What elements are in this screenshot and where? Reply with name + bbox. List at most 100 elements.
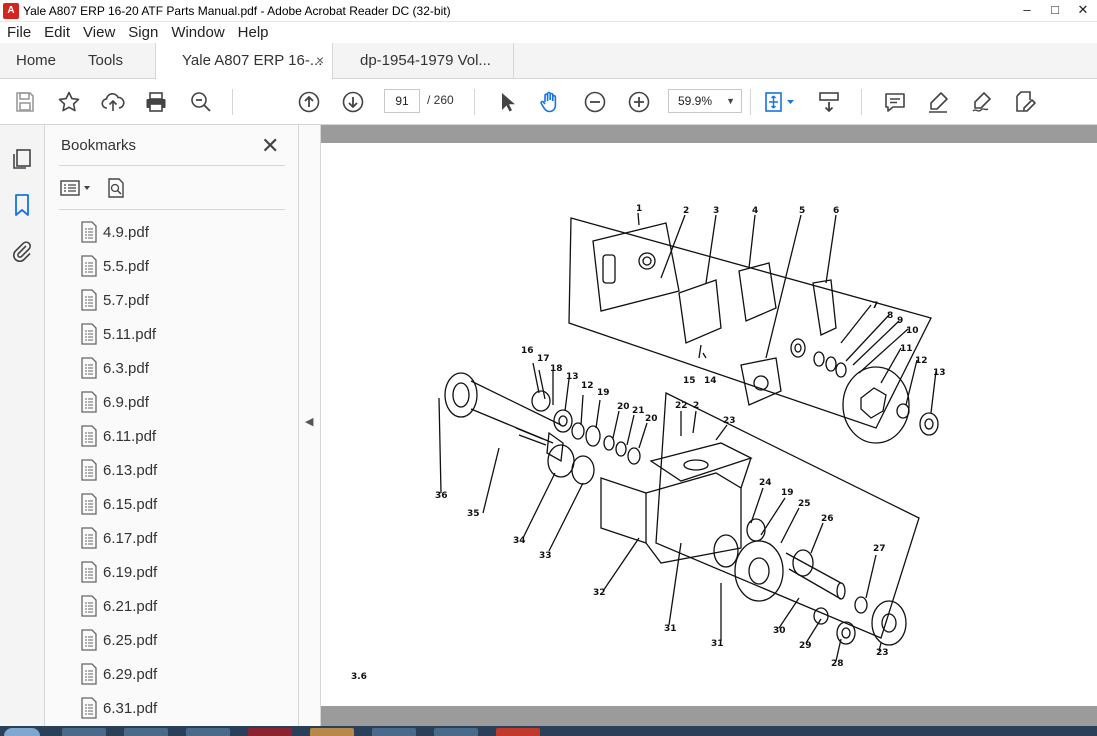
bookmark-item[interactable]: 6.17.pdf [59,521,275,555]
menu-view[interactable]: View [76,24,121,41]
part-number-label: 8 [887,311,893,321]
zoom-out-icon[interactable] [583,90,607,114]
select-cursor-icon[interactable] [495,90,519,114]
bookmark-item[interactable]: 5.11.pdf [59,317,275,351]
bookmark-item[interactable]: 4.9.pdf [59,215,275,249]
window-title: Yale A807 ERP 16-20 ATF Parts Manual.pdf… [23,3,451,18]
menu-help[interactable]: Help [231,24,275,41]
part-number-label: 27 [873,544,886,554]
close-icon[interactable]: ✕ [261,133,279,159]
menu-window[interactable]: Window [164,24,230,41]
taskbar-app-icon[interactable] [434,728,478,736]
page-total: / 260 [427,93,454,107]
part-number-label: 13 [933,368,946,378]
tab-home[interactable]: Home [16,43,56,79]
bookmark-label: 6.11.pdf [103,427,157,445]
part-number-label: 33 [539,551,552,561]
taskbar-app-icon[interactable] [372,728,416,736]
highlight-icon[interactable] [926,90,950,114]
menu-file[interactable]: File [0,24,37,41]
taskbar-app-icon[interactable] [186,728,230,736]
scroll-mode-icon[interactable] [817,90,841,114]
zoom-value: 59.9% [678,94,713,108]
bookmark-list: 4.9.pdf 5.5.pdf 5.7.pdf 5.11.pdf 6.3.pdf 6.9.… [59,215,275,723]
bookmark-label: 6.21.pdf [103,597,158,615]
part-number-label: 34 [513,536,526,546]
taskbar-app-icon[interactable] [124,728,168,736]
bookmark-label: 6.15.pdf [103,495,158,513]
part-number-label: 36 [435,491,448,501]
bookmark-item[interactable]: 6.29.pdf [59,657,275,691]
save-icon[interactable] [13,90,37,114]
bookmark-label: 6.29.pdf [103,665,158,683]
bookmark-item[interactable]: 6.13.pdf [59,453,275,487]
tab-bar: Home Tools Yale A807 ERP 16-... × dp-195… [0,43,1097,80]
paperclip-icon[interactable] [10,239,34,263]
part-number-label: 28 [831,659,844,669]
bookmark-item[interactable]: 6.15.pdf [59,487,275,521]
bookmark-page-icon [81,459,97,481]
print-icon[interactable] [144,90,168,114]
find-bookmark-icon[interactable] [108,178,124,198]
bookmark-item[interactable]: 6.25.pdf [59,623,275,657]
part-number-label: 10 [906,326,919,336]
bookmark-item[interactable]: 5.7.pdf [59,283,275,317]
taskbar-app-icon[interactable] [310,728,354,736]
tab-document-2[interactable]: dp-1954-1979 Vol... [334,43,514,79]
minimize-icon[interactable]: – [1013,0,1041,22]
page-number-input[interactable]: 91 [384,89,420,113]
bookmark-page-icon [81,595,97,617]
bookmark-options-icon[interactable] [60,180,90,196]
zoom-search-icon[interactable] [189,90,213,114]
zoom-select[interactable]: 59.9% ▼ [668,89,742,113]
part-number-label: 31 [711,639,724,649]
menu-sign[interactable]: Sign [121,24,164,41]
start-button-icon[interactable] [4,728,40,736]
maximize-icon[interactable]: □ [1041,0,1069,22]
collapse-left-icon[interactable]: ◀ [305,415,313,428]
page-thumbnails-icon[interactable] [10,147,34,171]
bookmark-page-icon [81,221,97,243]
bookmark-page-icon [81,255,97,277]
upload-icon[interactable] [101,90,125,114]
tab-close-icon[interactable]: × [316,43,324,78]
taskbar-app-icon[interactable] [496,728,540,736]
part-number-label: 35 [467,509,480,519]
bookmark-item[interactable]: 6.9.pdf [59,385,275,419]
part-number-label: 18 [550,364,563,374]
bookmark-item[interactable]: 6.21.pdf [59,589,275,623]
menu-edit[interactable]: Edit [37,24,76,41]
tab-tools[interactable]: Tools [88,43,123,79]
sign-icon[interactable] [970,90,994,114]
bookmark-item[interactable]: 5.5.pdf [59,249,275,283]
bookmark-page-icon [81,697,97,719]
document-view[interactable]: 1 2 3 4 5 6 7 8 9 10 11 12 13 14 15 16 17 18 13 12 19 20 21 20 2… [321,125,1097,726]
fit-page-icon[interactable] [763,90,797,114]
part-number-label: 9 [897,316,903,326]
bookmark-icon[interactable] [10,193,34,217]
toolbar-separator [861,89,862,115]
fill-sign-icon[interactable] [1013,90,1037,114]
part-number-label: 1 [636,204,642,214]
part-number-label: 7 [872,301,878,311]
taskbar-app-icon[interactable] [62,728,106,736]
part-number-label: 12 [581,381,594,391]
bookmark-item[interactable]: 6.3.pdf [59,351,275,385]
star-icon[interactable] [57,90,81,114]
page-down-icon[interactable] [341,90,365,114]
part-number-label: 3 [713,206,719,216]
tab-document-active[interactable]: Yale A807 ERP 16-... × [155,43,333,80]
bookmark-item[interactable]: 6.31.pdf [59,691,275,723]
bookmark-item[interactable]: 6.19.pdf [59,555,275,589]
bookmark-page-icon [81,561,97,583]
taskbar-app-icon[interactable] [248,728,292,736]
hand-icon[interactable] [538,90,562,114]
bookmarks-panel: Bookmarks ✕ 4.9.pdf 5.5.pdf 5.7.pdf 5.11.pd… [45,125,337,726]
bookmark-label: 4.9.pdf [103,223,149,241]
page-up-icon[interactable] [297,90,321,114]
comment-icon[interactable] [883,90,907,114]
part-number-label: 2 [683,206,689,216]
close-window-icon[interactable]: ✕ [1069,0,1097,22]
bookmark-item[interactable]: 6.11.pdf [59,419,275,453]
zoom-in-icon[interactable] [627,90,651,114]
